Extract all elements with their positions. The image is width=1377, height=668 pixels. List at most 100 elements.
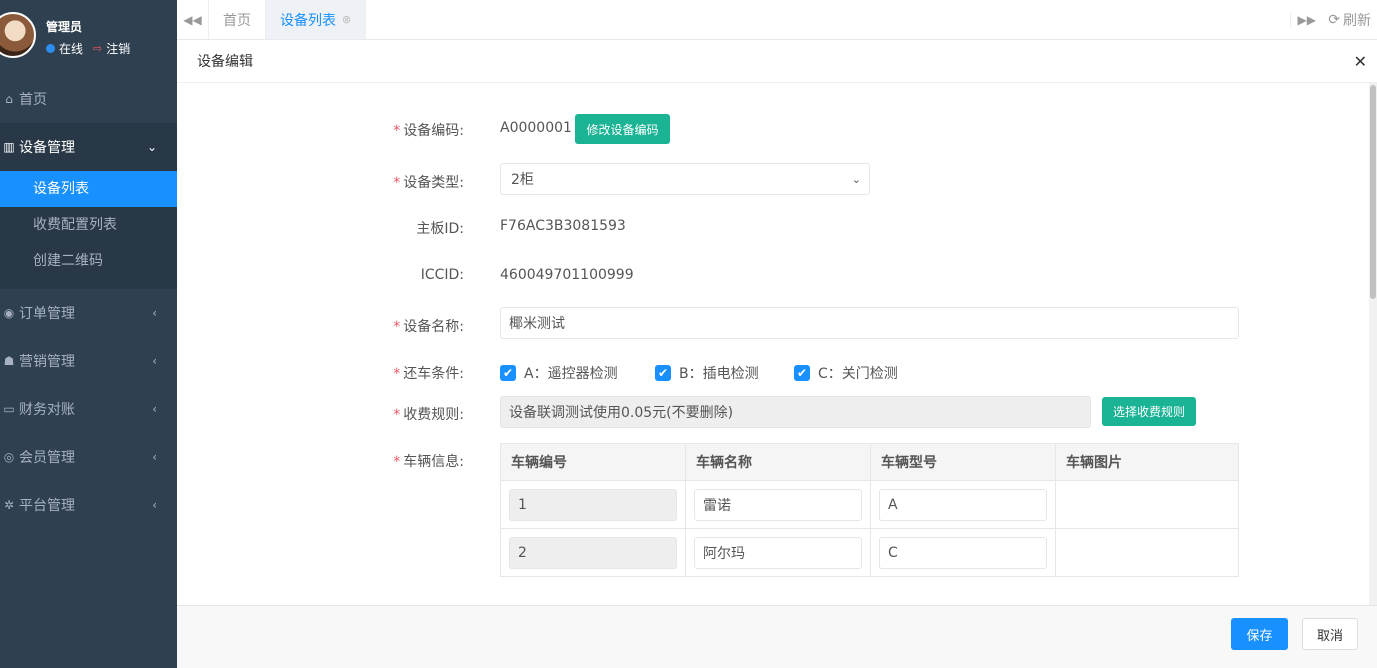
type-label: * 设备类型:: [393, 175, 464, 191]
table-cell: A: [870, 480, 1056, 529]
table-row: 2 阿尔玛 C: [500, 528, 1239, 577]
chevron-left-icon: ‹: [152, 498, 157, 512]
chevron-left-icon: ‹: [152, 306, 157, 320]
column-header: 车辆型号: [870, 443, 1056, 481]
user-name: 管理员: [46, 20, 83, 34]
vehicle-name-input[interactable]: 雷诺: [694, 488, 862, 521]
table-row: 1 雷诺 A: [500, 480, 1239, 529]
tab-scroll-right-icon[interactable]: ▶▶: [1290, 12, 1322, 27]
device-type-value: 2柜: [511, 172, 534, 188]
board-value: F76AC3B3081593: [500, 218, 626, 234]
fee-rule-input[interactable]: 设备联调测试使用0.05元(不要删除): [500, 396, 1091, 428]
cancel-button[interactable]: 取消: [1302, 618, 1358, 650]
iccid-label: ICCID:: [420, 267, 464, 283]
sidebar-subitem-fee-config-list[interactable]: 收费配置列表: [0, 207, 177, 243]
iccid-value: 460049701100999: [500, 267, 634, 283]
checkbox-label: C：关门检测: [818, 366, 898, 382]
logout-icon[interactable]: ⇨: [93, 42, 102, 55]
vehicle-no-input[interactable]: 1: [509, 488, 677, 521]
name-label: * 设备名称:: [393, 319, 464, 335]
chevron-left-icon: ‹: [152, 354, 157, 368]
modal-title: 设备编辑: [197, 54, 253, 70]
chevron-left-icon: ‹: [152, 402, 157, 416]
sidebar-item-platform[interactable]: ✲ 平台管理 ‹: [0, 481, 177, 529]
bank-icon: ▥: [3, 140, 15, 154]
sidebar-item-orders[interactable]: ◉ 订单管理 ‹: [0, 289, 177, 337]
vehicle-name-input[interactable]: 阿尔玛: [694, 536, 862, 569]
fee-label: * 收费规则:: [393, 407, 464, 423]
tab-label: 设备列表: [280, 12, 336, 29]
modal-footer: 保存 取消: [177, 605, 1377, 668]
table-cell: 雷诺: [685, 480, 871, 529]
sidebar-subitem-create-qrcode[interactable]: 创建二维码: [0, 243, 177, 279]
vehicle-model-input[interactable]: A: [879, 488, 1047, 521]
save-button[interactable]: 保存: [1231, 618, 1288, 650]
user-circle-icon: ◎: [3, 450, 15, 464]
user-panel: 管理员 在线 ⇨ 注销: [0, 0, 177, 75]
close-icon[interactable]: ✕: [1354, 52, 1367, 71]
tab-close-icon[interactable]: ⊗: [342, 13, 351, 26]
modal-header: 设备编辑 ✕: [177, 40, 1377, 83]
sidebar-item-label: 订单管理: [19, 306, 75, 322]
refresh-icon: ⟳: [1328, 11, 1340, 28]
column-header: 车辆名称: [685, 443, 871, 481]
tab-scroll-left-icon[interactable]: ◀◀: [177, 0, 209, 39]
vehicle-table: 车辆编号 车辆名称 车辆型号 车辆图片 1 雷诺 A 2 阿尔玛 C: [500, 443, 1239, 577]
board-label: 主板ID:: [416, 221, 464, 237]
gear-icon: ✲: [3, 498, 15, 512]
sidebar-item-marketing[interactable]: ☗ 营销管理 ‹: [0, 337, 177, 385]
return-condition-b-checkbox[interactable]: ✔ B：插电检测: [655, 363, 759, 383]
sidebar-item-label: 财务对账: [19, 402, 75, 418]
table-cell: 1: [500, 480, 686, 529]
vehicle-no-input[interactable]: 2: [509, 536, 677, 569]
sidebar-item-label: 会员管理: [19, 450, 75, 466]
check-icon: ✔: [500, 365, 516, 381]
online-status: 在线: [59, 42, 84, 56]
chevron-down-icon: ⌄: [146, 140, 157, 154]
check-icon: ✔: [794, 365, 810, 381]
column-header: 车辆图片: [1055, 443, 1239, 481]
table-cell: 2: [500, 528, 686, 577]
code-label: * 设备编码:: [393, 123, 464, 139]
sidebar-item-device-management[interactable]: ▥ 设备管理 ⌄: [0, 123, 177, 171]
user-status: 在线 ⇨ 注销: [46, 40, 130, 57]
avatar[interactable]: [0, 12, 36, 58]
monitor-icon: ▭: [3, 402, 15, 416]
sidebar-subitem-device-list[interactable]: 设备列表: [0, 171, 177, 207]
return-condition-c-checkbox[interactable]: ✔ C：关门检测: [794, 363, 898, 383]
modal-body: * 设备编码: A0000001 修改设备编码 * 设备类型: 2柜 ⌄ 主板ID:…: [177, 83, 1377, 605]
device-edit-modal: 设备编辑 ✕ * 设备编码: A0000001 修改设备编码 * 设备类型: 2柜 …: [177, 40, 1377, 668]
sidebar-item-label: 营销管理: [19, 354, 75, 370]
refresh-label: 刷新: [1343, 12, 1371, 29]
tab-device-list[interactable]: 设备列表 ⊗: [266, 0, 367, 39]
vehicle-label: * 车辆信息:: [393, 454, 464, 470]
sidebar-item-label: 平台管理: [19, 498, 75, 514]
select-fee-rule-button[interactable]: 选择收费规则: [1102, 397, 1196, 426]
tab-bar: ◀◀ 首页 设备列表 ⊗ ▶▶ ⟳ 刷新: [177, 0, 1377, 40]
scrollbar[interactable]: [1369, 83, 1377, 605]
vehicle-model-input[interactable]: C: [879, 536, 1047, 569]
checkbox-label: A：遥控器检测: [524, 366, 618, 382]
change-code-button[interactable]: 修改设备编码: [575, 114, 670, 144]
sidebar-item-finance[interactable]: ▭ 财务对账 ‹: [0, 385, 177, 433]
device-type-select[interactable]: 2柜 ⌄: [500, 163, 870, 195]
users-icon: ☗: [3, 354, 15, 368]
sidebar-item-home[interactable]: ⌂ 首页: [0, 75, 177, 123]
device-name-input[interactable]: 椰米测试: [500, 307, 1239, 339]
table-cell: 阿尔玛: [685, 528, 871, 577]
logout-link[interactable]: 注销: [106, 40, 130, 57]
home-icon: ⌂: [5, 92, 13, 106]
car-icon: ◉: [3, 306, 15, 320]
chevron-down-icon: ⌄: [851, 172, 861, 186]
sidebar-item-members[interactable]: ◎ 会员管理 ‹: [0, 433, 177, 481]
online-dot-icon: [46, 44, 55, 53]
tab-home[interactable]: 首页: [209, 0, 266, 39]
vehicle-image-cell: [1055, 480, 1239, 529]
return-condition-a-checkbox[interactable]: ✔ A：遥控器检测: [500, 363, 618, 383]
column-header: 车辆编号: [500, 443, 686, 481]
vehicle-image-cell: [1055, 528, 1239, 577]
scrollbar-thumb[interactable]: [1370, 85, 1376, 299]
refresh-button[interactable]: ⟳ 刷新: [1322, 10, 1377, 30]
table-cell: C: [870, 528, 1056, 577]
checkbox-label: B：插电检测: [679, 366, 759, 382]
